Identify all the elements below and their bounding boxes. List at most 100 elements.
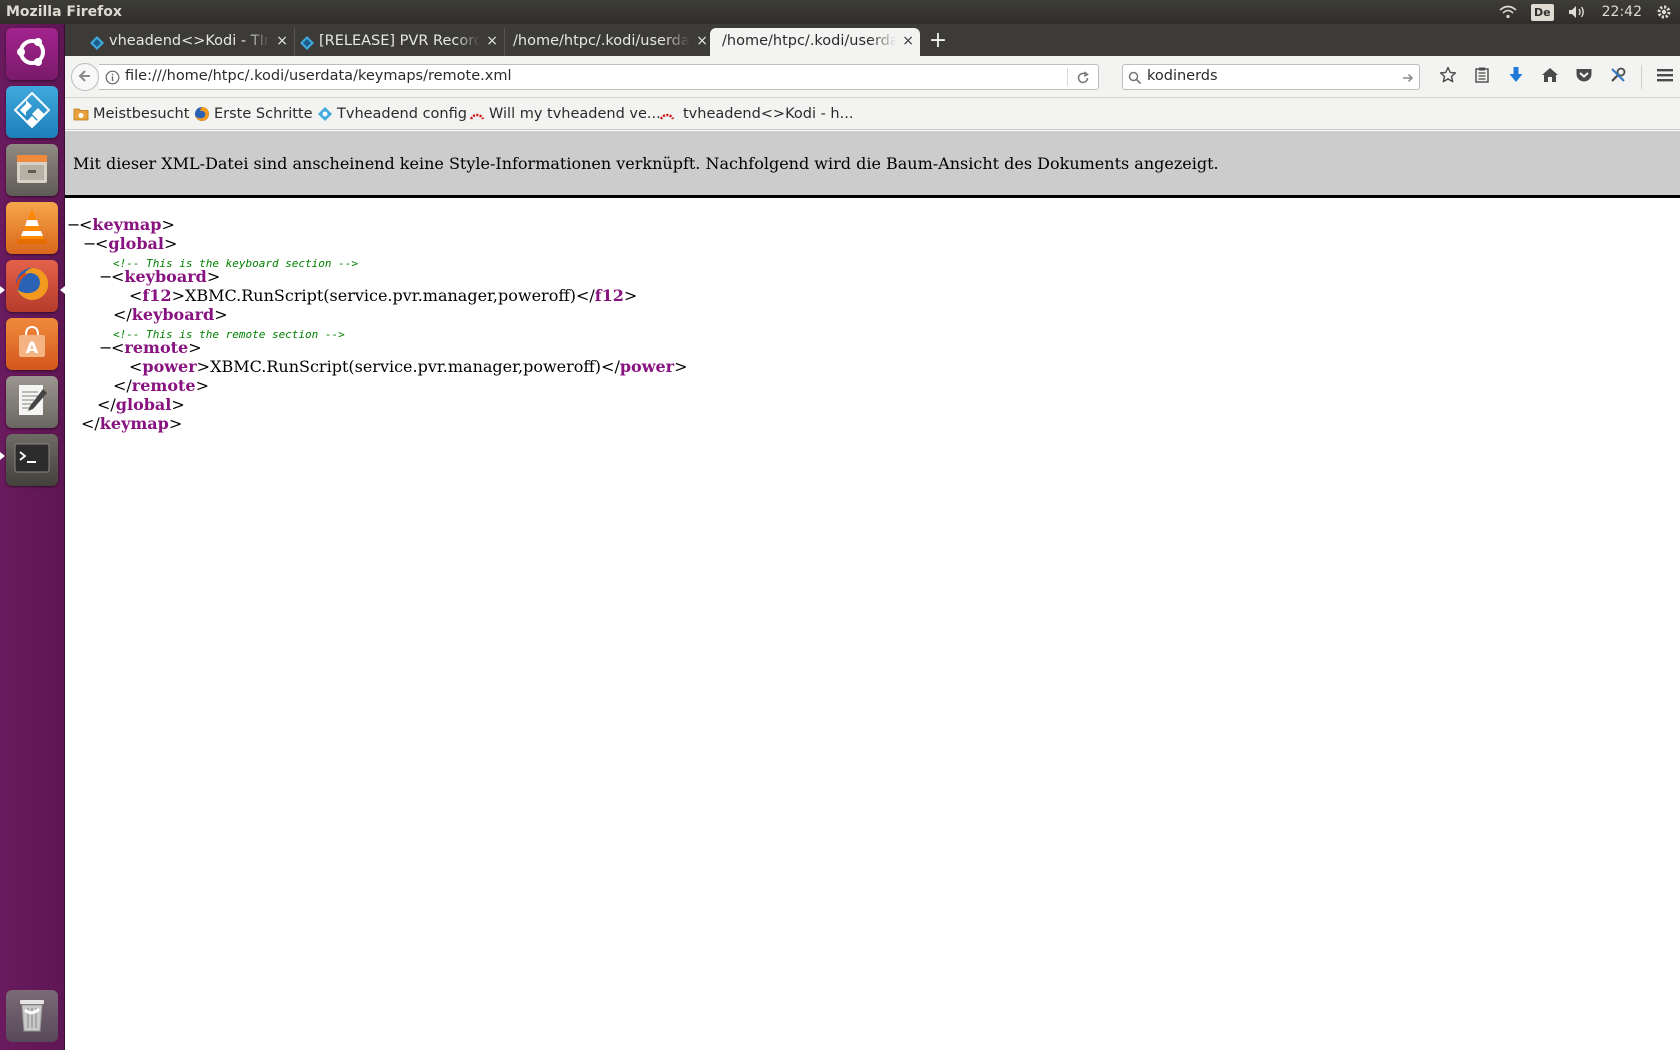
bookmark-will-my-tvheadend[interactable]: Will my tvheadend ve... (469, 105, 661, 123)
tab-label: [RELEASE] PVR Record (319, 33, 480, 49)
wrench-screwdriver-icon (1609, 66, 1627, 88)
site-info-icon[interactable] (105, 70, 120, 89)
file-cabinet-icon (13, 149, 51, 191)
bookmark-label: tvheadend<>Kodi - h... (683, 106, 854, 122)
bookmark-label: Meistbesucht (93, 106, 190, 122)
unity-launcher: A (0, 24, 65, 1050)
home-icon (1541, 67, 1559, 87)
collapse-toggle[interactable]: − (67, 215, 80, 234)
xml-tag-name: power (142, 357, 197, 376)
new-tab-button[interactable]: + (925, 28, 951, 56)
kodi-icon (12, 90, 52, 134)
back-button[interactable] (71, 63, 99, 91)
collapse-toggle[interactable]: − (99, 338, 112, 357)
xml-tag-name: f12 (142, 286, 172, 305)
xml-notice-text: Mit dieser XML-Datei sind anscheinend ke… (73, 154, 1219, 173)
collapse-toggle[interactable]: − (99, 267, 112, 286)
toolbar-buttons (1431, 64, 1680, 90)
launcher-software-center[interactable]: A (6, 318, 58, 370)
shopping-bag-icon: A (13, 323, 51, 365)
xml-node-keyboard-open: −<keyboard> (99, 267, 221, 286)
kodi-forum-favicon-icon (299, 34, 315, 50)
pocket-button[interactable] (1567, 64, 1601, 90)
open-menu-button[interactable] (1648, 64, 1680, 90)
tab-close-button[interactable]: × (276, 28, 288, 54)
bookmark-label: Tvheadend config (337, 106, 467, 122)
xml-tag-name: keymap (92, 215, 162, 234)
pocket-icon (1575, 67, 1593, 87)
launcher-running-indicator-terminal (0, 452, 5, 460)
bookmark-label: Will my tvheadend ve... (489, 106, 661, 122)
app-title: Mozilla Firefox (6, 4, 122, 20)
search-input[interactable]: kodinerds (1147, 68, 1218, 84)
xml-node-global-close: </global> (97, 395, 185, 414)
svg-text:A: A (26, 338, 39, 357)
launcher-kodi[interactable] (6, 86, 58, 138)
bookmark-meistbesucht[interactable]: Meistbesucht (73, 105, 189, 123)
bookmark-tvheadend-config[interactable]: Tvheadend config (317, 105, 467, 123)
tvheadend-favicon-icon (317, 106, 333, 122)
xml-node-global-open: −<global> (83, 234, 178, 253)
tab-label: vheadend<>Kodi - TIme (109, 33, 270, 49)
search-bar[interactable]: kodinerds (1122, 64, 1420, 90)
launcher-terminal[interactable] (6, 434, 58, 486)
red-arc-favicon-icon (659, 106, 675, 122)
tab-tvheadend-kodi[interactable]: vheadend<>Kodi - TIme × (85, 28, 295, 56)
download-arrow-icon (1508, 66, 1524, 88)
page-content: Mit dieser XML-Datei sind anscheinend ke… (65, 131, 1680, 1050)
bookmark-tvheadend-kodi[interactable]: tvheadend<>Kodi - h... (659, 105, 853, 123)
bookmarks-menu-button[interactable] (1465, 64, 1499, 90)
volume-icon[interactable] (1568, 5, 1588, 19)
url-bar[interactable]: file:///home/htpc/.kodi/userdata/keymaps… (99, 64, 1099, 90)
clock[interactable]: 22:42 (1602, 0, 1642, 24)
bookmark-erste-schritte[interactable]: Erste Schritte (194, 105, 313, 123)
tab-label: /home/htpc/.kodi/userda (722, 33, 896, 49)
downloads-button[interactable] (1499, 64, 1533, 90)
launcher-files[interactable] (6, 144, 58, 196)
tab-strip: vheadend<>Kodi - TIme × [RELEASE] PVR Re… (65, 24, 1680, 56)
reload-icon[interactable] (1076, 70, 1090, 89)
xml-text-value: XBMC.RunScript(service.pvr.manager,power… (184, 286, 576, 305)
bookmark-star-button[interactable] (1431, 64, 1465, 90)
developer-tools-button[interactable] (1601, 64, 1635, 90)
launcher-trash[interactable] (6, 990, 58, 1042)
tab-close-button[interactable]: × (486, 28, 498, 54)
wifi-icon[interactable] (1499, 5, 1517, 19)
hamburger-menu-icon (1656, 67, 1674, 87)
indicator-area: De 22:42 (1499, 0, 1672, 24)
url-text[interactable]: file:///home/htpc/.kodi/userdata/keymaps… (125, 68, 512, 84)
home-button[interactable] (1533, 64, 1567, 90)
launcher-text-editor[interactable] (6, 376, 58, 428)
tab-local-file-1[interactable]: /home/htpc/.kodi/userda × (505, 28, 715, 56)
gear-icon[interactable] (1656, 4, 1672, 20)
search-go-arrow-icon[interactable] (1401, 70, 1415, 89)
xml-node-keymap-open: −<keymap> (67, 215, 175, 234)
xml-tag-name: f12 (594, 286, 624, 305)
keyboard-layout-indicator[interactable]: De (1531, 3, 1554, 21)
launcher-running-indicator (0, 286, 5, 294)
red-arc-favicon-icon (469, 106, 485, 122)
tab-close-button[interactable]: × (902, 28, 914, 54)
firefox-favicon-icon (194, 106, 210, 122)
text-editor-icon (13, 381, 51, 423)
launcher-vlc[interactable] (6, 202, 58, 254)
xml-node-keymap-close: </keymap> (81, 414, 183, 433)
xml-tag-name: keyboard (124, 267, 207, 286)
tab-close-button[interactable]: × (696, 28, 708, 54)
launcher-ubuntu-dash[interactable] (6, 28, 58, 80)
xml-text-value: XBMC.RunScript(service.pvr.manager,power… (210, 357, 602, 376)
xml-node-power: <power>XBMC.RunScript(service.pvr.manage… (129, 357, 688, 376)
launcher-firefox[interactable] (6, 260, 58, 312)
kodi-forum-favicon-icon (89, 34, 105, 50)
ubuntu-logo-icon (13, 33, 51, 75)
xml-info-banner: Mit dieser XML-Datei sind anscheinend ke… (65, 131, 1680, 198)
navigation-bar: file:///home/htpc/.kodi/userdata/keymaps… (65, 56, 1680, 98)
tab-release-pvr[interactable]: [RELEASE] PVR Record × (295, 28, 505, 56)
vlc-cone-icon (13, 206, 51, 250)
bookmarks-toolbar: Meistbesucht Erste Schritte Tvheadend co… (65, 98, 1680, 130)
xml-tag-name: keyboard (131, 305, 215, 324)
search-icon (1128, 70, 1142, 89)
url-divider (1067, 68, 1068, 86)
collapse-toggle[interactable]: − (83, 234, 96, 253)
tab-local-file-active[interactable]: /home/htpc/.kodi/userda × (710, 28, 920, 56)
